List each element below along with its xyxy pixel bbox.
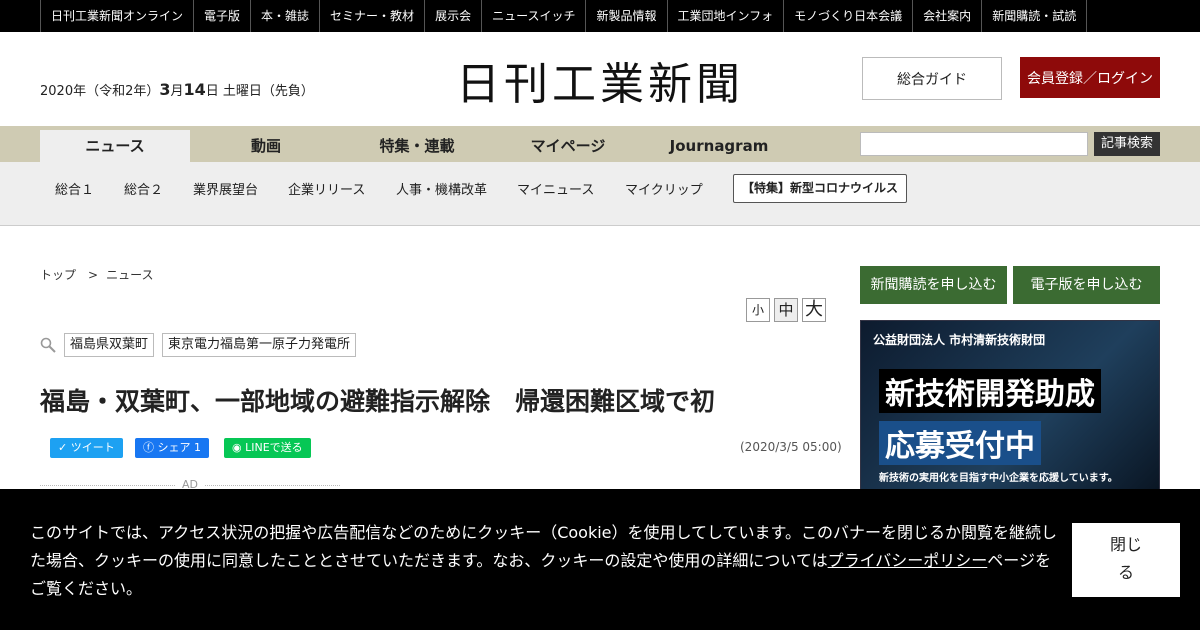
breadcrumb-top[interactable]: トップ bbox=[40, 268, 76, 282]
twitter-icon: ✓ bbox=[58, 441, 71, 454]
tab-features[interactable]: 特集・連載 bbox=[342, 130, 492, 162]
top-link-monozukuri[interactable]: モノづくり日本会議 bbox=[783, 0, 912, 32]
banner-tagline: 新技術の実用化を目指す中小企業を応援しています。 bbox=[879, 473, 1118, 484]
subscribe-digital-button[interactable]: 電子版を申し込む bbox=[1013, 266, 1160, 304]
tweet-label: ツイート bbox=[70, 441, 115, 454]
top-link-books[interactable]: 本・雑誌 bbox=[250, 0, 319, 32]
cookie-close-button[interactable]: 閉じ る bbox=[1072, 523, 1180, 597]
article-tags: 福島県双葉町 東京電力福島第一原子力発電所 bbox=[40, 333, 357, 357]
breadcrumb-separator: > bbox=[88, 268, 99, 282]
subscribe-paper-button[interactable]: 新聞購読を申し込む bbox=[860, 266, 1007, 304]
font-size-medium[interactable]: 中 bbox=[774, 298, 798, 322]
top-link-exhibition[interactable]: 展示会 bbox=[424, 0, 481, 32]
top-link-online[interactable]: 日刊工業新聞オンライン bbox=[40, 0, 193, 32]
facebook-share-button[interactable]: ⓕ シェア 1 bbox=[135, 438, 209, 458]
top-links: 日刊工業新聞オンライン 電子版 本・雑誌 セミナー・教材 展示会 ニュースイッチ… bbox=[40, 0, 1088, 32]
top-bar: 日刊工業新聞オンライン 電子版 本・雑誌 セミナー・教材 展示会 ニュースイッチ… bbox=[0, 0, 1200, 32]
banner-subheadline: 応募受付中 bbox=[879, 421, 1041, 465]
facebook-share-label: シェア 1 bbox=[157, 441, 202, 454]
top-link-digital[interactable]: 電子版 bbox=[193, 0, 250, 32]
date-suffix: 日 土曜日（先負） bbox=[205, 84, 314, 99]
top-link-company[interactable]: 会社案内 bbox=[912, 0, 981, 32]
date-month: 3 bbox=[159, 80, 171, 99]
cookie-banner: このサイトでは、アクセス状況の把握や広告配信などのためにクッキー（Cookie）… bbox=[0, 489, 1200, 630]
tab-video[interactable]: 動画 bbox=[191, 130, 341, 162]
banner-org: 公益財団法人 市村清新技術財団 bbox=[873, 333, 1046, 347]
date-day: 14 bbox=[183, 80, 206, 99]
tab-mypage[interactable]: マイページ bbox=[493, 130, 643, 162]
tab-news[interactable]: ニュース bbox=[40, 130, 190, 162]
top-link-new-products[interactable]: 新製品情報 bbox=[585, 0, 666, 32]
line-icon: ◉ bbox=[232, 441, 246, 454]
sidebar-ad-banner[interactable]: 公益財団法人 市村清新技術財団 新技術開発助成 応募受付中 新技術の実用化を目指… bbox=[860, 320, 1160, 490]
search-icon bbox=[40, 337, 56, 353]
current-date: 2020年（令和2年）3月14日 土曜日（先負） bbox=[40, 80, 314, 99]
top-link-newswitch[interactable]: ニュースイッチ bbox=[481, 0, 585, 32]
breadcrumb: トップ > ニュース bbox=[40, 266, 153, 283]
privacy-policy-link[interactable]: プライバシーポリシー bbox=[828, 551, 988, 570]
subnav-general-2[interactable]: 総合２ bbox=[124, 179, 163, 198]
close-label-line1: 閉じ bbox=[1109, 535, 1142, 554]
top-link-subscribe[interactable]: 新聞購読・試読 bbox=[981, 0, 1086, 32]
banner-headline: 新技術開発助成 bbox=[879, 369, 1101, 413]
date-prefix: 2020年（令和2年） bbox=[40, 84, 160, 99]
close-label-line2: る bbox=[1117, 563, 1134, 582]
subnav-industry-outlook[interactable]: 業界展望台 bbox=[193, 179, 258, 198]
header: 2020年（令和2年）3月14日 土曜日（先負） 日刊工業新聞 総合ガイド 会員… bbox=[0, 32, 1200, 126]
font-size-small[interactable]: 小 bbox=[746, 298, 770, 322]
breadcrumb-news[interactable]: ニュース bbox=[106, 268, 153, 282]
special-corona-button[interactable]: 【特集】新型コロナウイルス bbox=[733, 174, 908, 203]
font-size-large[interactable]: 大 bbox=[802, 298, 826, 322]
tag-fukushima-daiichi[interactable]: 東京電力福島第一原子力発電所 bbox=[162, 333, 357, 357]
facebook-icon: ⓕ bbox=[143, 441, 158, 454]
tag-futaba[interactable]: 福島県双葉町 bbox=[64, 333, 155, 357]
login-button[interactable]: 会員登録／ログイン bbox=[1020, 57, 1160, 98]
article-title: 福島・双葉町、一部地域の避難指示解除 帰還困難区域で初 bbox=[40, 387, 716, 416]
publish-date: (2020/3/5 05:00) bbox=[740, 440, 842, 454]
top-link-industrial-park[interactable]: 工業団地インフォ bbox=[666, 0, 784, 32]
date-month-unit: 月 bbox=[170, 84, 184, 99]
subnav-my-news[interactable]: マイニュース bbox=[517, 179, 594, 198]
line-share-label: LINEで送る bbox=[245, 441, 303, 454]
cookie-text: このサイトでは、アクセス状況の把握や広告配信などのためにクッキー（Cookie）… bbox=[30, 519, 1060, 603]
font-size-switcher: 小 中 大 bbox=[746, 298, 826, 322]
guide-button[interactable]: 総合ガイド bbox=[862, 57, 1002, 100]
sub-nav: 総合１ 総合２ 業界展望台 企業リリース 人事・機構改革 マイニュース マイクリ… bbox=[0, 162, 1200, 226]
line-share-button[interactable]: ◉ LINEで送る bbox=[224, 438, 311, 458]
tweet-button[interactable]: ✓ ツイート bbox=[50, 438, 123, 458]
site-logo[interactable]: 日刊工業新聞 bbox=[380, 48, 820, 112]
search-input[interactable] bbox=[860, 132, 1088, 156]
subnav-general-1[interactable]: 総合１ bbox=[55, 179, 94, 198]
tab-journagram[interactable]: Journagram bbox=[644, 130, 794, 162]
search-button[interactable]: 記事検索 bbox=[1094, 132, 1160, 156]
top-link-seminar[interactable]: セミナー・教材 bbox=[319, 0, 424, 32]
subnav-my-clip[interactable]: マイクリップ bbox=[625, 179, 703, 198]
subnav-releases[interactable]: 企業リリース bbox=[288, 179, 365, 198]
main-nav: ニュース 動画 特集・連載 マイページ Journagram 記事検索 bbox=[0, 126, 1200, 162]
subnav-personnel[interactable]: 人事・機構改革 bbox=[396, 179, 487, 198]
